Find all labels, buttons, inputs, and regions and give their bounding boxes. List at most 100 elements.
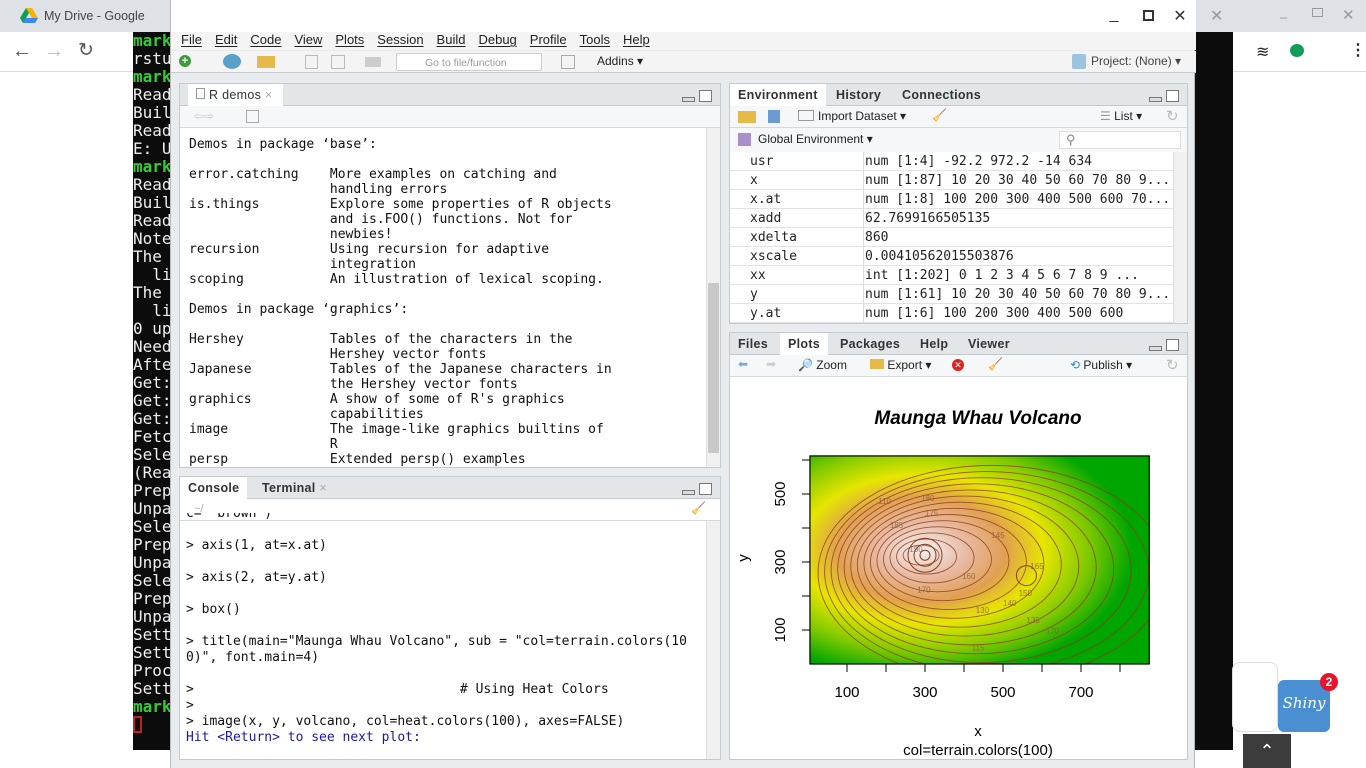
variable-name: x.at	[750, 192, 782, 207]
menu-plots[interactable]: Plots	[335, 32, 364, 50]
back-icon[interactable]: ←	[12, 40, 32, 63]
console-output[interactable]: c= "brown") > axis(1, at=x.at) > axis(2, a…	[186, 513, 687, 759]
menu-profile[interactable]: Profile	[530, 32, 567, 50]
menu-view[interactable]: View	[294, 32, 322, 50]
tab-terminal[interactable]: Terminal ×	[254, 477, 335, 499]
clear-workspace-icon[interactable]: 🧹	[932, 108, 947, 122]
tab-help[interactable]: Help	[912, 333, 956, 355]
view-mode-menu[interactable]: ☰ List ▾	[1100, 109, 1142, 123]
previous-plot-icon[interactable]: ⬅	[738, 357, 748, 371]
scope-menu[interactable]: Global Environment ▾	[758, 132, 873, 146]
menu-build[interactable]: Build	[437, 32, 466, 50]
menu-edit[interactable]: Edit	[215, 32, 237, 50]
new-project-icon[interactable]	[223, 54, 241, 69]
menu-file[interactable]: File	[181, 32, 202, 50]
browser-tab-title[interactable]: My Drive - Google	[44, 9, 145, 23]
minimize-icon[interactable]: _	[1280, 4, 1287, 19]
hangouts-extension-icon[interactable]	[1290, 44, 1304, 57]
environment-scrollbar[interactable]	[1173, 152, 1187, 323]
environment-row[interactable]: xdelta 860	[730, 228, 1174, 247]
clear-plots-icon[interactable]: 🧹	[988, 357, 1003, 371]
minimize-icon[interactable]: _	[1103, 6, 1125, 24]
pane-minmax[interactable]	[1149, 90, 1179, 102]
menu-help[interactable]: Help	[623, 32, 650, 50]
environment-search-input[interactable]: ⚲	[1059, 131, 1181, 149]
remove-plot-icon[interactable]: ✕	[952, 359, 964, 371]
variable-name: xx	[750, 268, 766, 283]
back-forward-icon[interactable]: ⇦⇨	[194, 109, 214, 123]
save-workspace-icon[interactable]	[768, 110, 780, 123]
next-plot-icon[interactable]: ➡	[766, 357, 776, 371]
zoom-icon: 🔎	[798, 358, 813, 372]
environment-row[interactable]: x num [1:87] 10 20 30 40 50 60 70 80 9...	[730, 171, 1174, 190]
forward-icon[interactable]: →	[44, 40, 64, 63]
pane-minmax[interactable]	[682, 483, 712, 495]
environment-row[interactable]: xx int [1:202] 0 1 2 3 4 5 6 7 8 9 ...	[730, 266, 1174, 285]
menu-session[interactable]: Session	[377, 32, 423, 50]
refresh-icon[interactable]: ↻	[1166, 107, 1179, 125]
environment-row[interactable]: xscale 0.00410562015503876	[730, 247, 1174, 266]
contour-label: 180	[921, 494, 935, 503]
variable-value: num [1:6] 100 200 300 400 500 600	[865, 306, 1124, 321]
tab-plots[interactable]: Plots	[780, 333, 829, 356]
goto-file-input[interactable]: Go to file/function	[396, 53, 542, 71]
refresh-icon[interactable]: ↻	[1166, 356, 1179, 374]
save-all-icon[interactable]	[331, 55, 345, 69]
contour-label: 145	[991, 531, 1005, 540]
new-file-icon[interactable]: +	[179, 55, 191, 67]
environment-row[interactable]: x.at num [1:8] 100 200 300 400 500 600 70…	[730, 190, 1174, 209]
tab-environment[interactable]: Environment	[730, 84, 826, 107]
zoom-button[interactable]: 🔎 Zoom	[798, 358, 847, 372]
load-workspace-icon[interactable]	[738, 111, 756, 123]
pane-minmax[interactable]	[682, 90, 712, 102]
print-icon[interactable]	[365, 57, 381, 67]
open-file-icon[interactable]	[257, 56, 275, 68]
addins-menu[interactable]: Addins ▾	[597, 54, 643, 68]
export-menu[interactable]: Export ▾	[870, 358, 931, 372]
tab-r-demos[interactable]: R demos ×	[188, 84, 283, 107]
tab-connections[interactable]: Connections	[894, 84, 989, 106]
environment-row[interactable]: xadd 62.7699166505135	[730, 209, 1174, 228]
scroll-up-button[interactable]: ⌃	[1243, 734, 1291, 768]
close-tab-icon[interactable]: ×	[265, 88, 273, 102]
grid-layout-icon[interactable]	[561, 55, 575, 69]
demo-line: capabilities	[189, 407, 424, 422]
menu-kebab-icon[interactable]: ⋮	[1350, 40, 1366, 60]
console-scrollbar[interactable]	[706, 521, 720, 759]
close-icon[interactable]: ✕	[1169, 6, 1191, 26]
restore-icon[interactable]	[1312, 8, 1323, 17]
pane-minmax[interactable]	[1149, 339, 1179, 351]
tab-files[interactable]: Files	[730, 333, 776, 355]
save-icon[interactable]	[305, 55, 318, 69]
tab-history[interactable]: History	[828, 84, 889, 106]
environment-row[interactable]: y.at num [1:6] 100 200 300 400 500 600	[730, 304, 1174, 323]
environment-icon	[738, 133, 751, 146]
project-menu[interactable]: Project: (None) ▾	[1091, 54, 1181, 68]
popout-icon[interactable]	[246, 110, 259, 123]
close-tab-icon[interactable]: ×	[319, 481, 327, 495]
menu-tools[interactable]: Tools	[580, 32, 610, 50]
reload-icon[interactable]: ↻	[78, 39, 94, 62]
demo-line: and is.FOO() functions. Not for	[189, 212, 573, 227]
tab-viewer[interactable]: Viewer	[960, 333, 1018, 355]
scroll-thumb[interactable]	[708, 283, 719, 453]
environment-row[interactable]: usr num [1:4] -92.2 972.2 -14 634	[730, 152, 1174, 171]
publish-menu[interactable]: ⟲ Publish ▾	[1070, 358, 1132, 372]
console-prompt: Hit <Return> to see next plot:	[186, 730, 421, 745]
console-line: > axis(2, at=y.at)	[186, 570, 327, 585]
zoom-label: Zoom	[816, 358, 847, 372]
source-scrollbar[interactable]	[706, 128, 720, 467]
layers-extension-icon[interactable]: ≋	[1256, 42, 1269, 62]
close-tab-icon[interactable]: ✕	[1210, 6, 1223, 26]
tab-packages[interactable]: Packages	[832, 333, 908, 355]
menu-debug[interactable]: Debug	[478, 32, 516, 50]
tab-console[interactable]: Console	[180, 477, 248, 500]
environment-row[interactable]: y num [1:61] 10 20 30 40 50 60 70 80 9...	[730, 285, 1174, 304]
close-window-icon[interactable]: ✕	[1342, 6, 1355, 24]
clear-console-icon[interactable]: 🧹	[691, 501, 706, 515]
goto-placeholder: Go to file/function	[425, 57, 507, 69]
maximize-icon[interactable]	[1143, 10, 1154, 21]
menu-code[interactable]: Code	[250, 32, 281, 50]
source-toolbar: ⇦⇨	[180, 106, 720, 128]
import-dataset-menu[interactable]: Import Dataset ▾	[798, 109, 906, 123]
